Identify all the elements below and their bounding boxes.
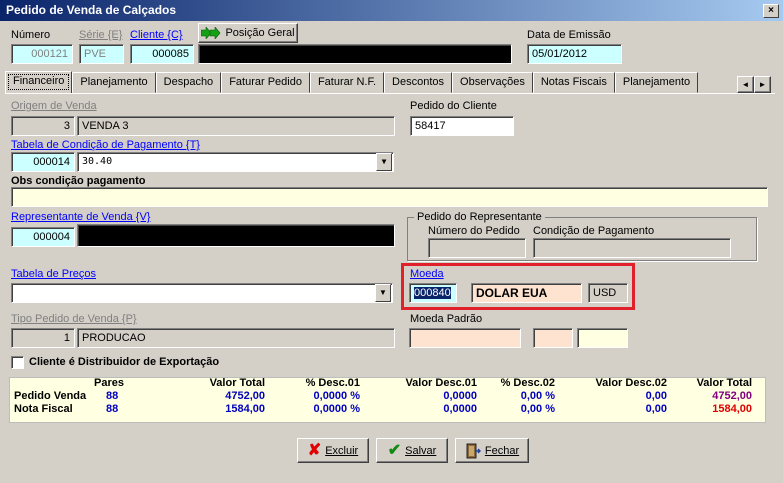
summary-header-valor-total: Valor Total: [209, 377, 265, 389]
summary-header-desc01: % Desc.01: [305, 377, 360, 389]
numero-pedido-label: Número do Pedido: [428, 225, 520, 237]
data-emissao-label: Data de Emissão: [527, 29, 611, 41]
moeda-highlight-box: [401, 263, 635, 310]
summary-cell: 1584,00: [712, 403, 752, 415]
posicao-geral-label: Posição Geral: [225, 27, 295, 39]
summary-cell: 0,00 %: [520, 403, 555, 415]
tabela-precos-label[interactable]: Tabela de Preços: [11, 268, 96, 280]
summary-cell: 0,0000 %: [313, 403, 360, 415]
moeda-padrao-symbol-field[interactable]: [577, 328, 628, 348]
summary-header-valor-desc02: Valor Desc.02: [595, 377, 667, 389]
summary-cell: 0,0000 %: [313, 390, 360, 402]
tab-faturar-nf[interactable]: Faturar N.F.: [309, 72, 385, 93]
summary-cell: 4752,00: [225, 390, 265, 402]
obs-label: Obs condição pagamento: [11, 175, 146, 187]
tab-notas-fiscais[interactable]: Notas Fiscais: [532, 72, 615, 93]
tab-planejamento-2[interactable]: Planejamento: [614, 72, 699, 93]
fechar-button[interactable]: Fechar: [455, 438, 529, 463]
close-icon[interactable]: ×: [763, 4, 779, 18]
tab-financeiro[interactable]: Financeiro: [5, 71, 73, 93]
posicao-geral-button[interactable]: Posição Geral: [198, 23, 298, 43]
distribuidor-label: Cliente é Distribuidor de Exportação: [29, 356, 220, 368]
tab-faturar-pedido[interactable]: Faturar Pedido: [221, 72, 310, 93]
delete-x-icon: ✘: [307, 441, 322, 459]
summary-cell: 1584,00: [225, 403, 265, 415]
tab-scroll-left-icon[interactable]: ◄: [737, 76, 754, 93]
representante-code-field[interactable]: 000004: [11, 227, 75, 247]
numero-label: Número: [11, 29, 51, 41]
serie-field[interactable]: PVE: [79, 44, 124, 64]
summary-panel: Pares Valor Total % Desc.01 Valor Desc.0…: [9, 377, 766, 423]
fechar-label: Fechar: [484, 444, 520, 457]
tab-divider: [5, 93, 775, 94]
tabela-cond-value: 30.40: [82, 156, 113, 167]
representante-label[interactable]: Representante de Venda {V}: [11, 211, 150, 223]
door-exit-icon: [466, 443, 481, 458]
summary-header-valor-total-2: Valor Total: [696, 377, 752, 389]
distribuidor-checkbox[interactable]: [11, 356, 24, 369]
cliente-name-field[interactable]: [198, 44, 512, 64]
origem-label[interactable]: Origem de Venda: [11, 100, 97, 112]
summary-cell: 0,00: [645, 390, 667, 402]
window-title: Pedido de Venda de Calçados: [6, 3, 177, 17]
numero-pedido-field[interactable]: [428, 238, 526, 258]
tabela-precos-combo[interactable]: ▼: [11, 283, 393, 303]
data-emissao-field[interactable]: 05/01/2012: [527, 44, 622, 64]
excluir-button[interactable]: ✘ Excluir: [297, 438, 369, 463]
tipo-pedido-name-field[interactable]: PRODUCAO: [77, 328, 395, 348]
moeda-padrao-name-field[interactable]: [533, 328, 573, 348]
condicao-pagamento-field[interactable]: [533, 238, 731, 258]
salvar-button[interactable]: ✔ Salvar: [376, 438, 448, 463]
origem-name-field[interactable]: VENDA 3: [77, 116, 395, 136]
summary-header-pares: Pares: [94, 377, 124, 389]
summary-header-desc02: % Desc.02: [500, 377, 555, 389]
tab-despacho[interactable]: Despacho: [155, 72, 222, 93]
numero-field[interactable]: 000121: [11, 44, 73, 64]
chevron-down-icon[interactable]: ▼: [376, 153, 392, 171]
cliente-label[interactable]: Cliente {C}: [130, 29, 183, 41]
origem-code-field[interactable]: 3: [11, 116, 75, 136]
tabela-cond-label[interactable]: Tabela de Condição de Pagamento {T}: [11, 139, 200, 151]
double-arrow-right-icon: [201, 27, 221, 39]
summary-cell: 0,00: [645, 403, 667, 415]
summary-row-label: Nota Fiscal: [14, 403, 73, 415]
pedido-cliente-field[interactable]: 58417: [410, 116, 514, 136]
summary-cell: 0,00 %: [520, 390, 555, 402]
summary-cell: 0,0000: [443, 403, 477, 415]
window-titlebar: Pedido de Venda de Calçados: [0, 0, 783, 21]
tab-observacoes[interactable]: Observações: [452, 72, 533, 93]
serie-label[interactable]: Série {E}: [79, 29, 122, 41]
summary-cell: 88: [106, 403, 119, 415]
tabela-cond-combo[interactable]: 30.40 ▼: [77, 152, 394, 172]
pedido-cliente-label: Pedido do Cliente: [410, 100, 497, 112]
summary-cell: 88: [106, 390, 119, 402]
moeda-padrao-field[interactable]: [409, 328, 521, 348]
tipo-pedido-label[interactable]: Tipo Pedido de Venda {P}: [11, 313, 137, 325]
tab-descontos[interactable]: Descontos: [384, 72, 453, 93]
condicao-pagamento-label: Condição de Pagamento: [533, 225, 655, 237]
moeda-padrao-label: Moeda Padrão: [410, 313, 483, 325]
summary-row-label: Pedido Venda: [14, 390, 87, 402]
tab-bar: Financeiro Planejamento Despacho Faturar…: [5, 71, 699, 93]
chevron-down-icon[interactable]: ▼: [375, 284, 391, 302]
checkmark-icon: ✔: [387, 441, 402, 459]
tab-scroll-right-icon[interactable]: ►: [754, 76, 771, 93]
representante-name-field[interactable]: [77, 224, 395, 247]
tab-planejamento[interactable]: Planejamento: [72, 72, 156, 93]
pedido-representante-title: Pedido do Representante: [414, 211, 545, 223]
cliente-field[interactable]: 000085: [130, 44, 194, 64]
salvar-label: Salvar: [405, 444, 437, 457]
summary-cell: 4752,00: [712, 390, 752, 402]
summary-cell: 0,0000: [443, 390, 477, 402]
tipo-pedido-code-field[interactable]: 1: [11, 328, 75, 348]
tabela-cond-code-field[interactable]: 000014: [11, 152, 75, 172]
obs-field[interactable]: [11, 187, 768, 207]
excluir-label: Excluir: [325, 444, 359, 457]
summary-header-valor-desc01: Valor Desc.01: [405, 377, 477, 389]
